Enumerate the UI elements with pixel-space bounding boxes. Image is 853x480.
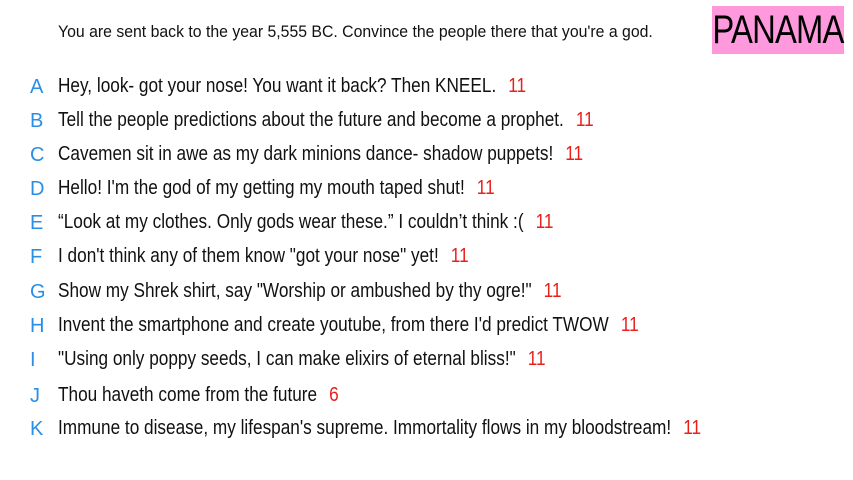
response-letter: B [30, 110, 44, 132]
response-content: Hey, look- got your nose! You want it ba… [58, 71, 526, 103]
response-row: E “Look at my clothes. Only gods wear th… [0, 208, 853, 238]
response-text: Cavemen sit in awe as my dark minions da… [58, 143, 554, 165]
response-content: Tell the people predictions about the fu… [58, 105, 594, 137]
response-row: I "Using only poppy seeds, I can make el… [0, 345, 853, 375]
response-content: Invent the smartphone and create youtube… [58, 310, 639, 342]
response-row: A Hey, look- got your nose! You want it … [0, 72, 853, 102]
response-score: 11 [565, 143, 584, 165]
response-score: 11 [620, 314, 639, 336]
response-row: H Invent the smartphone and create youtu… [0, 311, 853, 341]
response-score: 11 [575, 109, 594, 131]
response-text: Immune to disease, my lifespan's supreme… [58, 417, 672, 439]
response-letter: E [30, 212, 44, 234]
response-letter: D [30, 178, 45, 200]
response-row: D Hello! I'm the god of my getting my mo… [0, 174, 853, 204]
response-letter: K [30, 418, 44, 440]
response-row: B Tell the people predictions about the … [0, 106, 853, 136]
response-content: “Look at my clothes. Only gods wear thes… [58, 207, 553, 239]
response-letter: A [30, 76, 44, 98]
response-text: Show my Shrek shirt, say "Worship or amb… [58, 280, 532, 302]
response-content: Cavemen sit in awe as my dark minions da… [58, 139, 583, 171]
response-row: G Show my Shrek shirt, say "Worship or a… [0, 277, 853, 307]
response-score: 11 [450, 245, 469, 267]
response-letter: F [30, 246, 43, 268]
response-score: 11 [476, 177, 495, 199]
response-content: I don't think any of them know "got your… [58, 241, 469, 273]
response-letter: G [30, 281, 46, 303]
response-row: C Cavemen sit in awe as my dark minions … [0, 140, 853, 170]
response-row: K Immune to disease, my lifespan's supre… [0, 414, 853, 444]
brand-badge: PANAMA [712, 6, 844, 54]
response-row: J Thou haveth come from the future 6 [0, 381, 853, 411]
response-letter: J [30, 385, 40, 407]
response-text: I don't think any of them know "got your… [58, 245, 439, 267]
response-text: Hello! I'm the god of my getting my mout… [58, 177, 465, 199]
response-text: Invent the smartphone and create youtube… [58, 314, 609, 336]
response-text: “Look at my clothes. Only gods wear thes… [58, 211, 524, 233]
prompt-text: You are sent back to the year 5,555 BC. … [58, 22, 653, 41]
response-row: F I don't think any of them know "got yo… [0, 242, 853, 272]
response-letter: H [30, 315, 45, 337]
response-text: Thou haveth come from the future [58, 384, 318, 406]
response-content: "Using only poppy seeds, I can make elix… [58, 344, 546, 376]
response-content: Hello! I'm the god of my getting my mout… [58, 173, 495, 205]
brand-label: PANAMA [712, 8, 844, 52]
response-letter: C [30, 144, 45, 166]
response-letter: I [30, 349, 36, 371]
response-score: 11 [543, 280, 562, 302]
response-content: Thou haveth come from the future 6 [58, 380, 339, 412]
response-content: Show my Shrek shirt, say "Worship or amb… [58, 276, 562, 308]
response-content: Immune to disease, my lifespan's supreme… [58, 413, 701, 445]
response-score: 11 [683, 417, 702, 439]
response-score: 11 [527, 348, 546, 370]
response-score: 6 [329, 384, 339, 406]
response-score: 11 [508, 75, 527, 97]
response-text: Hey, look- got your nose! You want it ba… [58, 75, 497, 97]
response-score: 11 [535, 211, 554, 233]
response-text: Tell the people predictions about the fu… [58, 109, 564, 131]
response-text: "Using only poppy seeds, I can make elix… [58, 348, 516, 370]
